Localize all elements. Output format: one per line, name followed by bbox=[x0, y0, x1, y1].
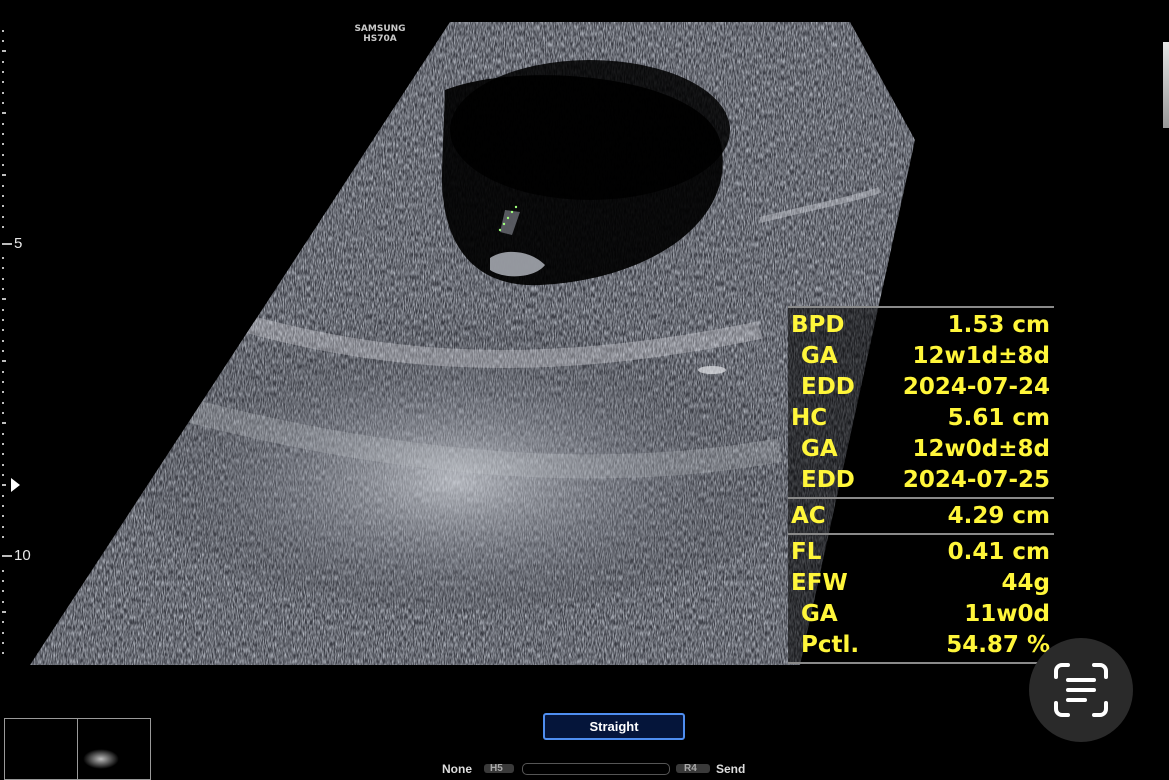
result-value: 4.29 cm bbox=[947, 503, 1050, 529]
result-row: GA 11w0d bbox=[788, 599, 1054, 630]
send-button[interactable]: Send bbox=[716, 763, 745, 775]
depth-scale bbox=[2, 30, 12, 654]
result-label: GA bbox=[801, 601, 838, 627]
result-value: 54.87 % bbox=[946, 632, 1050, 658]
result-label: EDD bbox=[801, 374, 855, 400]
result-label: FL bbox=[791, 539, 822, 565]
text-scan-button[interactable] bbox=[1029, 638, 1133, 742]
result-label: AC bbox=[791, 503, 826, 529]
focus-marker-icon bbox=[11, 478, 20, 492]
result-label: BPD bbox=[791, 312, 845, 338]
bottom-bar: None H5 R4 Send bbox=[440, 762, 760, 776]
result-label: Pctl. bbox=[801, 632, 860, 658]
model-name: HS70A bbox=[363, 34, 397, 44]
text-scan-icon bbox=[1054, 663, 1108, 717]
result-row: GA 12w1d±8d bbox=[788, 341, 1054, 372]
bottom-left-label: None bbox=[442, 762, 472, 776]
result-value: 2024-07-25 bbox=[902, 467, 1050, 493]
results-group: FL 0.41 cm EFW 44g GA 11w0d Pctl. 54.87 % bbox=[788, 533, 1054, 664]
result-label: HC bbox=[791, 405, 828, 431]
bottom-right-pill[interactable]: R4 bbox=[676, 763, 710, 774]
measurement-results: BPD 1.53 cm GA 12w1d±8d EDD 2024-07-24 HC 5.61 … bbox=[788, 306, 1054, 664]
bottom-left-pill-label: H5 bbox=[490, 763, 503, 774]
result-row: EDD 2024-07-25 bbox=[788, 465, 1054, 496]
straight-mode-button[interactable]: Straight bbox=[543, 713, 685, 740]
result-row: EDD 2024-07-24 bbox=[788, 372, 1054, 403]
results-group: AC 4.29 cm bbox=[788, 497, 1054, 533]
results-group: BPD 1.53 cm GA 12w1d±8d EDD 2024-07-24 HC 5.61 … bbox=[788, 306, 1054, 497]
result-row: FL 0.41 cm bbox=[788, 537, 1054, 568]
result-value: 2024-07-24 bbox=[902, 374, 1050, 400]
result-value: 11w0d bbox=[964, 601, 1050, 627]
device-brand: SAMSUNG HS70A bbox=[348, 24, 412, 44]
result-value: 12w1d±8d bbox=[912, 343, 1050, 369]
result-row: BPD 1.53 cm bbox=[788, 310, 1054, 341]
bottom-left-pill[interactable]: H5 bbox=[484, 763, 514, 774]
result-label: GA bbox=[801, 343, 838, 369]
result-label: EFW bbox=[791, 570, 848, 596]
depth-label-5: 5 bbox=[14, 235, 23, 252]
result-row: HC 5.61 cm bbox=[788, 403, 1054, 434]
result-value: 5.61 cm bbox=[947, 405, 1050, 431]
thumbnail-image bbox=[83, 749, 119, 769]
bottom-input-field[interactable] bbox=[522, 763, 670, 775]
thumbnail-divider bbox=[77, 719, 78, 779]
result-label: GA bbox=[801, 436, 838, 462]
result-value: 12w0d±8d bbox=[912, 436, 1050, 462]
bottom-right-pill-label: R4 bbox=[684, 763, 697, 774]
depth-label-10: 10 bbox=[14, 547, 31, 564]
result-row: AC 4.29 cm bbox=[788, 501, 1054, 532]
result-row: Pctl. 54.87 % bbox=[788, 630, 1054, 661]
result-value: 1.53 cm bbox=[947, 312, 1050, 338]
result-value: 44g bbox=[1001, 570, 1050, 596]
scroll-edge bbox=[1163, 42, 1169, 128]
brand-name: SAMSUNG bbox=[354, 24, 406, 34]
result-label: EDD bbox=[801, 467, 855, 493]
result-row: GA 12w0d±8d bbox=[788, 434, 1054, 465]
result-value: 0.41 cm bbox=[947, 539, 1050, 565]
result-row: EFW 44g bbox=[788, 568, 1054, 599]
